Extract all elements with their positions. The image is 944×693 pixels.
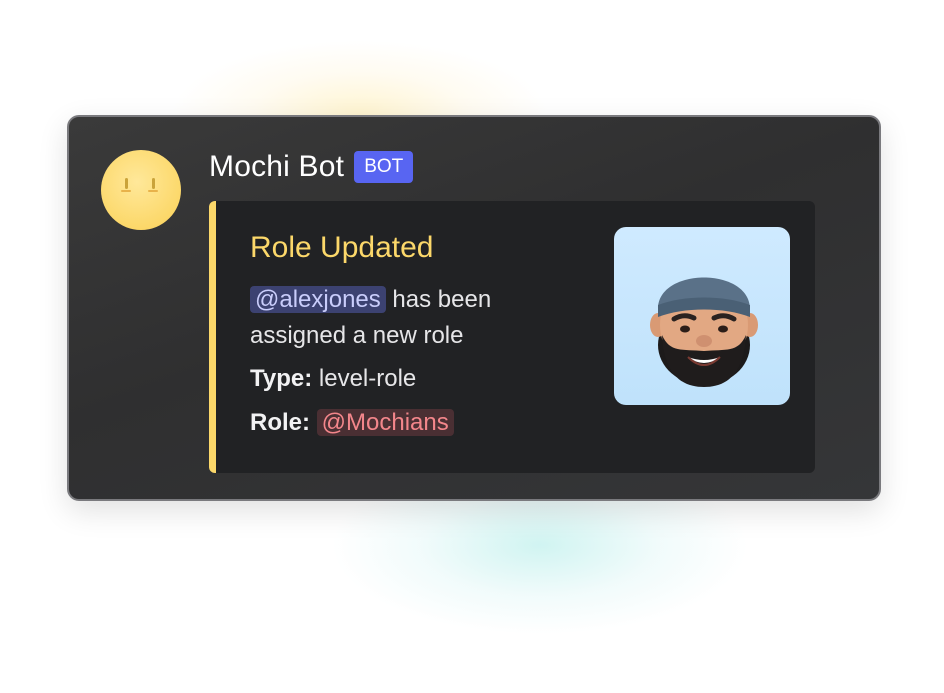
role-mention[interactable]: @Mochians: [316, 409, 454, 436]
field-key-role: Role:: [250, 409, 310, 436]
field-key-type: Type:: [250, 365, 313, 392]
avatar-blush-right: [148, 190, 158, 192]
embed-thumbnail[interactable]: [614, 227, 790, 405]
embed-description: @alexjones has been assigned a new role: [250, 282, 580, 354]
avatar-eye-left: [125, 178, 128, 189]
message-header: Mochi Bot BOT: [209, 150, 414, 184]
embed-field-type: Type: level-role: [250, 362, 416, 396]
author-name[interactable]: Mochi Bot: [209, 150, 344, 184]
message-card: Mochi Bot BOT Role Updated @alexjones ha…: [67, 115, 881, 501]
bot-badge: BOT: [354, 151, 414, 183]
field-value-type: level-role: [318, 365, 417, 392]
stage: Mochi Bot BOT Role Updated @alexjones ha…: [0, 0, 944, 693]
user-mention[interactable]: @alexjones: [250, 286, 386, 313]
avatar-eye-right: [152, 178, 155, 189]
embed: Role Updated @alexjones has been assigne…: [209, 201, 815, 473]
embed-title: Role Updated: [250, 231, 434, 264]
memoji-avatar-icon: [650, 277, 758, 387]
embed-field-role: Role: @Mochians: [250, 406, 454, 440]
bot-avatar[interactable]: [101, 150, 181, 230]
avatar-blush-left: [121, 190, 131, 192]
